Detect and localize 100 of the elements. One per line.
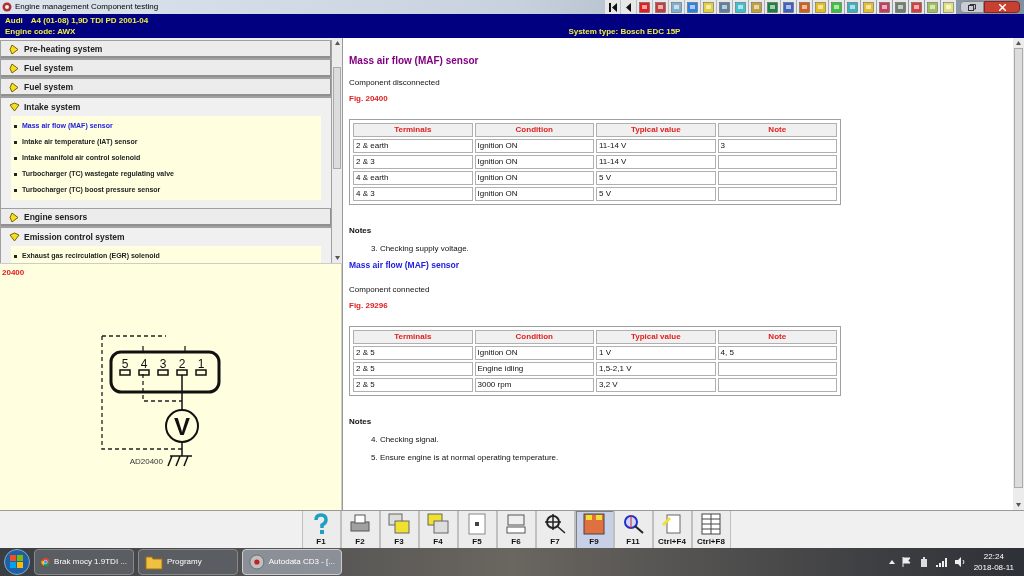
function-key-button[interactable]: F3	[379, 511, 419, 549]
scroll-down-icon	[334, 256, 340, 260]
table-cell: 2 & 5	[353, 362, 473, 376]
scrollbar[interactable]	[332, 38, 342, 263]
function-key-button[interactable]: F6	[496, 511, 536, 549]
tool-icon	[783, 1, 794, 13]
toolbar-button[interactable]	[845, 0, 860, 14]
volume-icon	[954, 557, 967, 567]
tool-icon	[911, 1, 922, 13]
toolbar-button[interactable]	[669, 0, 684, 14]
window-title: Engine management Component testing	[15, 1, 159, 13]
table-icon	[699, 512, 723, 536]
start-button[interactable]	[4, 549, 30, 575]
scrollbar[interactable]	[1013, 38, 1024, 510]
toolbar-button[interactable]	[701, 0, 716, 14]
function-key-button[interactable]: F5	[457, 511, 497, 549]
function-key-button[interactable]: F9	[574, 511, 614, 549]
previous-button[interactable]	[621, 0, 636, 14]
bullet-icon	[14, 188, 17, 192]
figure-reference: Fig. 29296	[349, 300, 389, 311]
table-cell: 11-14 V	[596, 139, 716, 153]
column-header: Typical value	[596, 330, 716, 344]
table-cell: 1,5-2,1 V	[596, 362, 716, 376]
show-hidden-icon	[888, 560, 895, 564]
toolbar-button[interactable]	[861, 0, 876, 14]
tree-section[interactable]: Fuel system	[0, 59, 332, 78]
toolbar-button[interactable]	[765, 0, 780, 14]
tool-icon	[879, 1, 890, 13]
tree-section[interactable]: Intake system	[0, 97, 332, 116]
expanded-diamond-icon	[9, 231, 20, 243]
first-button[interactable]	[605, 0, 620, 14]
taskbar-button[interactable]: Programy	[138, 549, 238, 575]
function-key-button[interactable]: F2	[340, 511, 380, 549]
table-cell: 11-14 V	[596, 155, 716, 169]
close-button[interactable]	[984, 1, 1020, 13]
table-cell: 2 & 5	[353, 378, 473, 392]
note-text: 4. Checking signal.	[371, 434, 440, 445]
function-key-button[interactable]: Ctrl+F8	[691, 511, 731, 549]
toolbar-button[interactable]	[797, 0, 812, 14]
function-key-button[interactable]: F1	[301, 511, 341, 549]
tree-section[interactable]: Fuel system	[0, 78, 332, 97]
toolbar-button[interactable]	[941, 0, 956, 14]
app-icon	[249, 553, 265, 571]
column-header: Condition	[474, 330, 594, 344]
table-cell: 2 & 5	[353, 346, 473, 360]
column-header: Terminals	[353, 123, 473, 137]
toolbar-button[interactable]	[717, 0, 732, 14]
collapsed-diamond-icon	[9, 82, 20, 93]
tool-icon	[703, 1, 714, 13]
toolbar-button[interactable]	[877, 0, 892, 14]
taskbar-button[interactable]: Brak mocy 1.9TDI ...	[34, 549, 134, 575]
notes-heading: Notes	[349, 225, 373, 236]
notes-heading: Notes	[349, 416, 373, 427]
note-icon	[660, 512, 684, 536]
function-key-button[interactable]: F7	[535, 511, 575, 549]
table-cell: Ignition ON	[474, 139, 594, 153]
tree-section[interactable]: Emission control system	[0, 227, 332, 246]
function-key-button[interactable]: F4	[418, 511, 458, 549]
table-cell: 3	[717, 139, 837, 153]
table-cell: Ignition ON	[474, 187, 594, 201]
toolbar-button[interactable]	[781, 0, 796, 14]
table-cell: 5 V	[596, 187, 716, 201]
page-icon	[465, 512, 489, 536]
note-text: 5. Ensure engine is at normal operating temperature.	[371, 452, 560, 463]
scroll-thumb[interactable]	[333, 67, 341, 169]
tool-icon	[719, 1, 730, 13]
toolbar-button[interactable]	[749, 0, 764, 14]
table-cell: 1 V	[596, 346, 716, 360]
figure-number: 20400	[2, 267, 25, 279]
tree-section[interactable]: Pre-heating system	[0, 40, 332, 59]
tool-icon	[847, 1, 858, 13]
scroll-up-icon	[1016, 41, 1021, 45]
toolbar-button[interactable]	[653, 0, 668, 14]
column-header: Note	[717, 123, 837, 137]
tool-icon	[655, 1, 666, 13]
toolbar-button[interactable]	[733, 0, 748, 14]
toolbar-button[interactable]	[637, 0, 652, 14]
table-cell: Ignition ON	[474, 346, 594, 360]
function-key-button[interactable]: Ctrl+F4	[652, 511, 692, 549]
tree-section[interactable]: Engine sensors	[0, 208, 332, 227]
content-title: Mass air flow (MAF) sensor	[349, 54, 480, 67]
windows-logo-icon	[10, 555, 24, 569]
clock-time: 22:24	[983, 551, 1004, 562]
toolbar-button[interactable]	[893, 0, 908, 14]
toolbar-button[interactable]	[909, 0, 924, 14]
table-cell: 2 & earth	[353, 139, 473, 153]
component-state: Component disconnected	[349, 77, 441, 88]
restore-button[interactable]	[960, 1, 984, 13]
toolbar-button[interactable]	[813, 0, 828, 14]
component-state: Component connected	[349, 284, 431, 295]
function-key-button[interactable]: F11	[613, 511, 653, 549]
toolbar-button[interactable]	[829, 0, 844, 14]
toolbar-button[interactable]	[925, 0, 940, 14]
copy-icon	[387, 512, 411, 536]
figure-reference: Fig. 20400	[349, 93, 389, 104]
vehicle-model: A4 (01-08) 1,9D TDI PD 2001-04	[30, 15, 149, 26]
scroll-thumb[interactable]	[1014, 48, 1023, 488]
table-cell: 3000 rpm	[474, 378, 594, 392]
probe-icon	[543, 512, 567, 536]
toolbar-button[interactable]	[685, 0, 700, 14]
